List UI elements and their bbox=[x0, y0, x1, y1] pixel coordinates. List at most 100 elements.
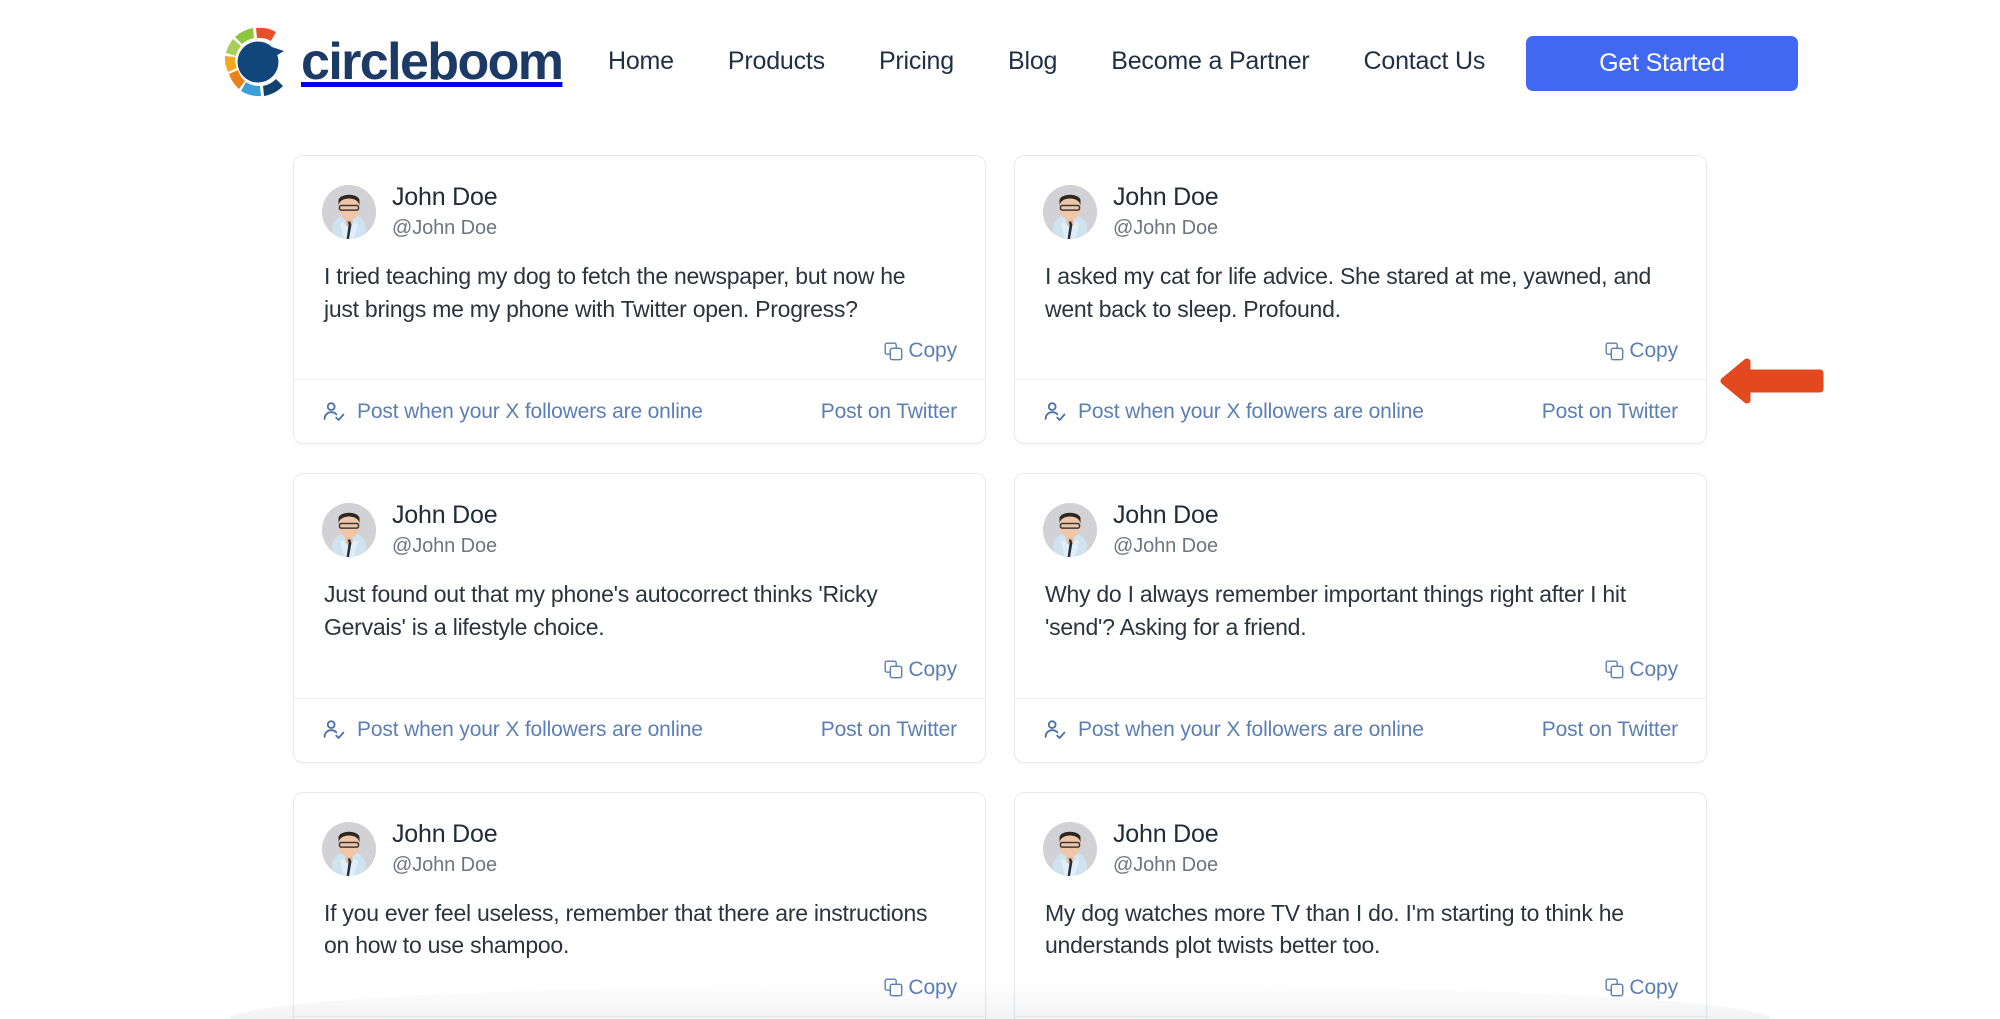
tweet-card: John Doe @John Doe My dog watches more T… bbox=[1014, 792, 1707, 1019]
tweet-card-body: John Doe @John Doe I tried teaching my d… bbox=[294, 156, 985, 379]
nav-item-contact-us[interactable]: Contact Us bbox=[1364, 39, 1486, 84]
tweet-card-body: John Doe @John Doe Why do I always remem… bbox=[1015, 474, 1706, 697]
copy-icon bbox=[1605, 342, 1624, 361]
copy-icon bbox=[884, 342, 903, 361]
person-check-icon bbox=[1043, 718, 1067, 742]
post-when-followers-online-button[interactable]: Post when your X followers are online bbox=[322, 718, 703, 742]
person-check-icon bbox=[1043, 400, 1067, 424]
get-started-button[interactable]: Get Started bbox=[1526, 36, 1798, 91]
copy-button[interactable]: Copy bbox=[884, 339, 957, 363]
tweet-card-body: John Doe @John Doe Just found out that m… bbox=[294, 474, 985, 697]
author-meta: John Doe @John Doe bbox=[1113, 500, 1218, 560]
tweet-card-grid: John Doe @John Doe I tried teaching my d… bbox=[293, 155, 1707, 1019]
nav-item-blog[interactable]: Blog bbox=[1008, 39, 1057, 84]
tweet-text: I asked my cat for life advice. She star… bbox=[1045, 260, 1665, 325]
copy-button[interactable]: Copy bbox=[1605, 658, 1678, 682]
copy-icon bbox=[1605, 660, 1624, 679]
author-meta: John Doe @John Doe bbox=[392, 819, 497, 879]
copy-row: Copy bbox=[322, 976, 957, 1006]
post-when-followers-online-button[interactable]: Post when your X followers are online bbox=[1043, 718, 1424, 742]
tweet-author: John Doe @John Doe bbox=[322, 500, 957, 560]
brand-logo-link[interactable]: circleboom bbox=[222, 22, 562, 102]
copy-button-label: Copy bbox=[1629, 658, 1678, 682]
nav-item-pricing[interactable]: Pricing bbox=[879, 39, 954, 84]
tweet-card: John Doe @John Doe If you ever feel usel… bbox=[293, 792, 986, 1019]
copy-button-label: Copy bbox=[908, 339, 957, 363]
tweet-text: I tried teaching my dog to fetch the new… bbox=[324, 260, 944, 325]
copy-button[interactable]: Copy bbox=[1605, 339, 1678, 363]
post-when-followers-online-label: Post when your X followers are online bbox=[1078, 400, 1424, 424]
author-handle: @John Doe bbox=[392, 532, 497, 560]
tweet-card: John Doe @John Doe Just found out that m… bbox=[293, 473, 986, 762]
tweet-author: John Doe @John Doe bbox=[322, 819, 957, 879]
tweet-author: John Doe @John Doe bbox=[322, 182, 957, 242]
copy-button-label: Copy bbox=[908, 658, 957, 682]
copy-button[interactable]: Copy bbox=[884, 976, 957, 1000]
copy-row: Copy bbox=[322, 658, 957, 688]
author-name: John Doe bbox=[1113, 182, 1218, 212]
copy-icon bbox=[884, 660, 903, 679]
tweet-card-footer: Post when your X followers are online Po… bbox=[294, 698, 985, 762]
page-root: circleboom Home Products Pricing Blog Be… bbox=[0, 0, 2000, 1019]
copy-row: Copy bbox=[1043, 339, 1678, 369]
author-name: John Doe bbox=[1113, 500, 1218, 530]
tweet-text: Just found out that my phone's autocorre… bbox=[324, 578, 944, 643]
copy-button-label: Copy bbox=[1629, 339, 1678, 363]
copy-icon bbox=[1605, 978, 1624, 997]
author-handle: @John Doe bbox=[392, 851, 497, 879]
copy-row: Copy bbox=[322, 339, 957, 369]
person-check-icon bbox=[322, 718, 346, 742]
tweet-card-body: John Doe @John Doe I asked my cat for li… bbox=[1015, 156, 1706, 379]
post-when-followers-online-label: Post when your X followers are online bbox=[1078, 718, 1424, 742]
tweet-text: If you ever feel useless, remember that … bbox=[324, 897, 944, 962]
site-header: circleboom Home Products Pricing Blog Be… bbox=[0, 0, 2000, 123]
main-navigation: Home Products Pricing Blog Become a Part… bbox=[608, 0, 1485, 123]
tweet-card: John Doe @John Doe I tried teaching my d… bbox=[293, 155, 986, 444]
tweet-author: John Doe @John Doe bbox=[1043, 500, 1678, 560]
tweet-text: My dog watches more TV than I do. I'm st… bbox=[1045, 897, 1665, 962]
post-when-followers-online-label: Post when your X followers are online bbox=[357, 400, 703, 424]
avatar bbox=[322, 503, 376, 557]
nav-item-become-a-partner[interactable]: Become a Partner bbox=[1111, 39, 1309, 84]
copy-button-label: Copy bbox=[1629, 976, 1678, 1000]
avatar bbox=[1043, 503, 1097, 557]
copy-button[interactable]: Copy bbox=[1605, 976, 1678, 1000]
tweet-card: John Doe @John Doe I asked my cat for li… bbox=[1014, 155, 1707, 444]
author-meta: John Doe @John Doe bbox=[392, 182, 497, 242]
author-name: John Doe bbox=[392, 500, 497, 530]
author-handle: @John Doe bbox=[1113, 532, 1218, 560]
author-handle: @John Doe bbox=[1113, 851, 1218, 879]
author-meta: John Doe @John Doe bbox=[1113, 182, 1218, 242]
copy-icon bbox=[884, 978, 903, 997]
author-name: John Doe bbox=[1113, 819, 1218, 849]
tweet-card-footer: Post when your X followers are online Po… bbox=[1015, 379, 1706, 443]
copy-button[interactable]: Copy bbox=[884, 658, 957, 682]
post-when-followers-online-label: Post when your X followers are online bbox=[357, 718, 703, 742]
author-name: John Doe bbox=[392, 819, 497, 849]
avatar bbox=[1043, 822, 1097, 876]
nav-item-products[interactable]: Products bbox=[728, 39, 825, 84]
post-on-twitter-button[interactable]: Post on Twitter bbox=[821, 718, 957, 742]
author-meta: John Doe @John Doe bbox=[1113, 819, 1218, 879]
author-handle: @John Doe bbox=[1113, 214, 1218, 242]
nav-item-home[interactable]: Home bbox=[608, 39, 674, 84]
avatar bbox=[322, 185, 376, 239]
post-on-twitter-button[interactable]: Post on Twitter bbox=[1542, 718, 1678, 742]
tweet-card-body: John Doe @John Doe My dog watches more T… bbox=[1015, 793, 1706, 1016]
post-when-followers-online-button[interactable]: Post when your X followers are online bbox=[322, 400, 703, 424]
author-meta: John Doe @John Doe bbox=[392, 500, 497, 560]
avatar bbox=[1043, 185, 1097, 239]
author-name: John Doe bbox=[392, 182, 497, 212]
avatar bbox=[322, 822, 376, 876]
tweet-author: John Doe @John Doe bbox=[1043, 182, 1678, 242]
tweet-card-body: John Doe @John Doe If you ever feel usel… bbox=[294, 793, 985, 1016]
copy-row: Copy bbox=[1043, 658, 1678, 688]
circleboom-logo-icon bbox=[222, 25, 296, 99]
person-check-icon bbox=[322, 400, 346, 424]
copy-button-label: Copy bbox=[908, 976, 957, 1000]
tweet-cards-section: John Doe @John Doe I tried teaching my d… bbox=[0, 155, 2000, 1019]
tweet-text: Why do I always remember important thing… bbox=[1045, 578, 1665, 643]
post-when-followers-online-button[interactable]: Post when your X followers are online bbox=[1043, 400, 1424, 424]
post-on-twitter-button[interactable]: Post on Twitter bbox=[1542, 400, 1678, 424]
post-on-twitter-button[interactable]: Post on Twitter bbox=[821, 400, 957, 424]
